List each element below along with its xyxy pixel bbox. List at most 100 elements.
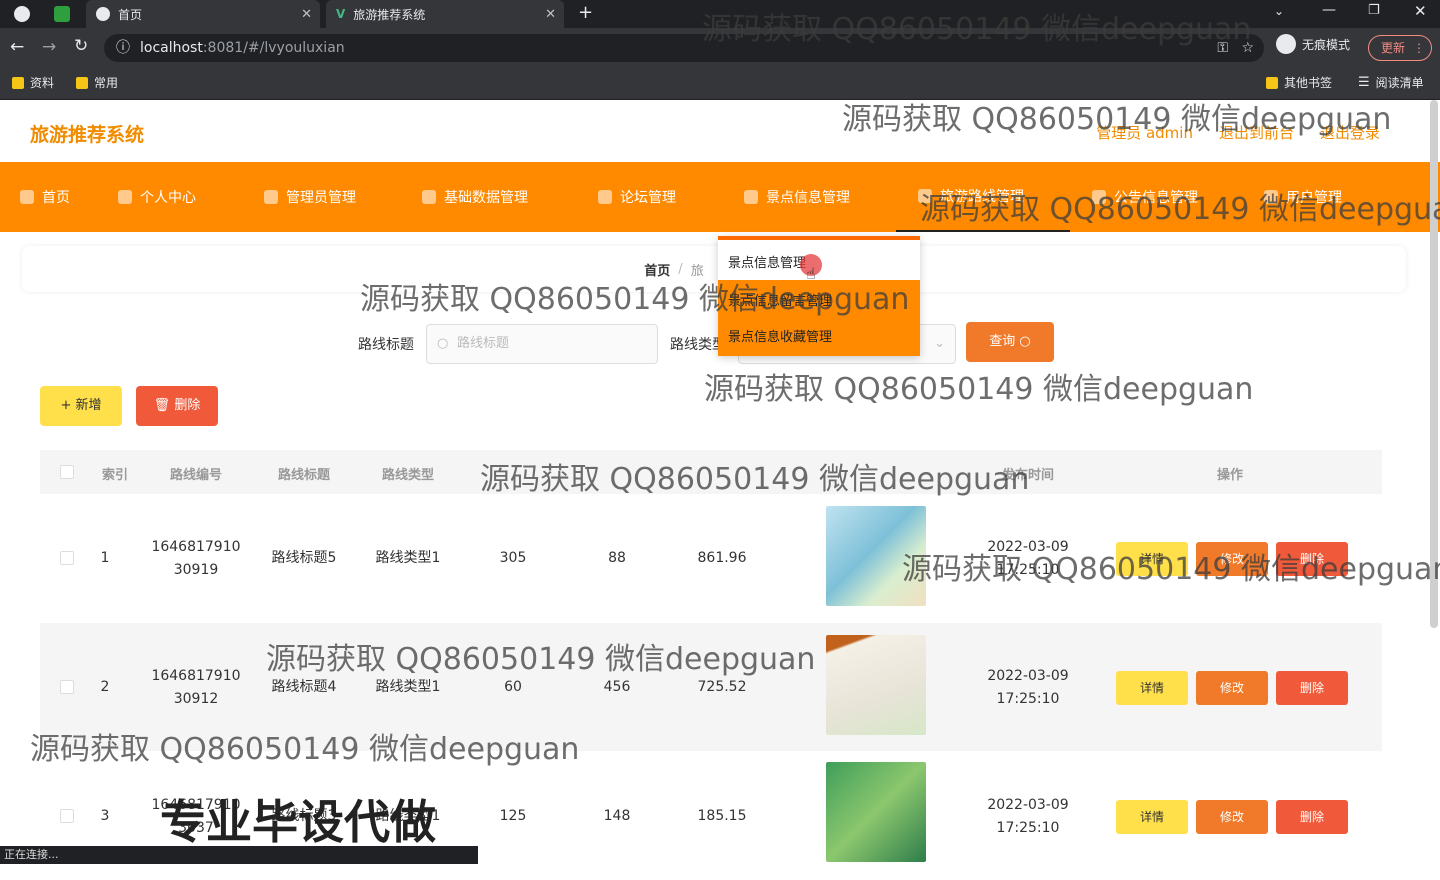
route-title-input[interactable]: ○ 路线标题: [426, 324, 658, 364]
watermark-big: 专业毕设代做: [160, 795, 436, 849]
nav-admin[interactable]: 管理员管理: [242, 162, 400, 232]
home-icon: [20, 190, 34, 204]
bookmark-label: 其他书签: [1284, 76, 1333, 90]
incognito-indicator[interactable]: 无痕模式: [1276, 34, 1350, 54]
row-delete-button[interactable]: 删除: [1276, 671, 1348, 705]
folder-icon: [1266, 76, 1278, 89]
search-icon: ○: [437, 336, 449, 351]
cell-code-line1: 1646817910: [151, 668, 241, 684]
other-bookmarks[interactable]: 其他书签: [1266, 74, 1332, 91]
watermark: 源码获取 QQ86050149 微信deepguan: [902, 552, 1440, 587]
forward-icon[interactable]: →: [42, 37, 56, 57]
nav-basic-data[interactable]: 基础数据管理: [400, 162, 576, 232]
nav-home[interactable]: 首页: [0, 162, 96, 232]
dropdown-item-scenic[interactable]: 景点信息管理: [728, 252, 806, 271]
watermark: 源码获取 QQ86050149 微信deepguan: [360, 282, 910, 317]
watermark: 源码获取 QQ86050149 微信deepguan: [30, 732, 580, 767]
cell-index: 2: [100, 679, 110, 695]
cell-type: 路线类型1: [375, 550, 441, 566]
tab-home[interactable]: 首页 ✕: [86, 0, 320, 28]
detail-button[interactable]: 详情: [1116, 800, 1188, 834]
row-checkbox[interactable]: [60, 551, 74, 565]
browser-status-bar: 正在连接...: [0, 846, 478, 864]
tab-travel[interactable]: V 旅游推荐系统 ✕: [326, 0, 564, 28]
app-icon[interactable]: [54, 6, 70, 22]
update-button[interactable]: 更新 ⋮: [1368, 35, 1432, 61]
chevron-down-icon: ⌄: [934, 336, 945, 351]
app-title: 旅游推荐系统: [30, 124, 145, 146]
route-image: [826, 762, 926, 862]
select-all-checkbox[interactable]: [60, 465, 74, 479]
folder-icon: [12, 76, 24, 89]
tab-home-label: 首页: [118, 7, 143, 22]
tab-search-icon[interactable]: ⌄: [1274, 4, 1284, 18]
minimize-icon[interactable]: —: [1322, 2, 1336, 18]
reload-icon[interactable]: ↻: [74, 36, 88, 56]
row-delete-button[interactable]: 删除: [1276, 800, 1348, 834]
cell-num1: 125: [499, 808, 527, 824]
row-checkbox[interactable]: [60, 680, 74, 694]
col-title: 路线标题: [277, 468, 330, 483]
query-label: 查询: [989, 334, 1016, 349]
watermark: 源码获取 QQ86050149 微信deepguan: [266, 642, 816, 677]
forum-icon: [598, 190, 612, 204]
cell-title: 路线标题5: [271, 550, 337, 566]
query-button[interactable]: 查询 ○: [966, 322, 1054, 362]
cell-title: 路线标题4: [271, 679, 337, 695]
nav-label: 首页: [42, 190, 70, 206]
window-close-icon[interactable]: ✕: [1414, 2, 1427, 20]
tab-travel-label: 旅游推荐系统: [353, 7, 426, 22]
nav-forum[interactable]: 论坛管理: [576, 162, 722, 232]
cell-date-day: 2022-03-09: [987, 668, 1069, 684]
update-label: 更新: [1381, 41, 1406, 55]
route-image: [826, 635, 926, 735]
bookmark-label: 阅读清单: [1375, 76, 1424, 90]
reading-list[interactable]: ☰ 阅读清单: [1358, 74, 1424, 91]
row-checkbox[interactable]: [60, 809, 74, 823]
bookmark-folder-1[interactable]: 资料: [12, 74, 54, 91]
nav-scenic[interactable]: 景点信息管理: [722, 162, 896, 232]
browser-menu-icon[interactable]: [14, 6, 30, 22]
url-host: localhost: [140, 40, 203, 56]
nav-profile[interactable]: 个人中心: [96, 162, 242, 232]
maximize-icon[interactable]: ❐: [1368, 3, 1380, 18]
cell-index: 3: [100, 808, 110, 824]
delete-button[interactable]: 🗑 删除: [136, 386, 218, 426]
nav-label: 论坛管理: [620, 190, 676, 206]
data-icon: [422, 190, 436, 204]
dropdown-item-favorites[interactable]: 景点信息收藏管理: [728, 326, 832, 345]
cell-code: 1646817910 30912: [146, 665, 246, 711]
bookmark-folder-2[interactable]: 常用: [76, 74, 118, 91]
col-index: 索引: [101, 468, 128, 483]
cell-date-time: 17:25:10: [996, 691, 1060, 707]
cell-date-day: 2022-03-09: [987, 797, 1069, 813]
watermark: 源码获取 QQ86050149 微信deepguan: [920, 192, 1440, 227]
add-button[interactable]: + 新增: [40, 386, 122, 426]
cell-num2: 88: [608, 550, 626, 566]
trash-icon: 🗑: [153, 398, 171, 413]
route-title-placeholder: 路线标题: [457, 336, 510, 351]
cell-price: 861.96: [697, 550, 747, 566]
cell-code-line2: 30919: [173, 562, 219, 578]
new-tab-icon[interactable]: +: [578, 2, 593, 23]
cell-code-line1: 1646817910: [151, 539, 241, 555]
cell-code-line2: 30912: [173, 691, 219, 707]
bookmark-label: 资料: [30, 76, 55, 90]
col-type: 路线类型: [381, 468, 434, 483]
nav-label: 景点信息管理: [766, 190, 850, 206]
back-icon[interactable]: ←: [10, 37, 24, 57]
close-icon[interactable]: ✕: [301, 7, 312, 22]
nav-label: 管理员管理: [286, 190, 356, 206]
folder-icon: [76, 76, 88, 89]
nav-label: 个人中心: [140, 190, 196, 206]
edit-button[interactable]: 修改: [1196, 800, 1268, 834]
watermark: 源码获取 QQ86050149 微信deepguan: [702, 12, 1252, 47]
close-icon[interactable]: ✕: [545, 7, 556, 22]
globe-icon: [96, 7, 110, 21]
delete-label: 删除: [174, 398, 201, 413]
detail-button[interactable]: 详情: [1116, 671, 1188, 705]
watermark: 源码获取 QQ86050149 微信deepguan: [480, 462, 1030, 497]
cell-num1: 305: [499, 550, 527, 566]
cell-num1: 60: [504, 679, 522, 695]
edit-button[interactable]: 修改: [1196, 671, 1268, 705]
